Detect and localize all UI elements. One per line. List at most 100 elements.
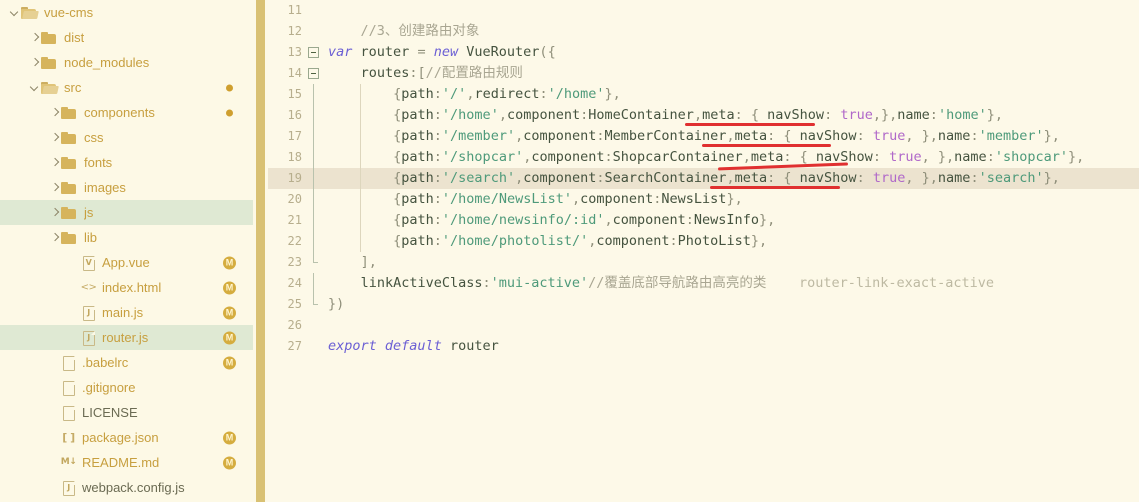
chevron-right-icon[interactable] — [48, 231, 61, 244]
folder-icon — [61, 106, 78, 119]
tree-item-babelrc[interactable]: .babelrc M — [0, 350, 253, 375]
line-number: 18 — [287, 150, 302, 164]
code-fold-guide — [313, 147, 314, 168]
tree-item-app-vue[interactable]: V App.vue M — [0, 250, 253, 275]
code-line[interactable]: 18 {path:'/shopcar',component:ShopcarCon… — [268, 147, 1139, 168]
file-explorer-sidebar[interactable]: vue-cms dist node_modulessrc components css f… — [0, 0, 253, 502]
folder-icon — [61, 181, 78, 194]
line-number: 11 — [287, 3, 302, 17]
tree-item-images[interactable]: images — [0, 175, 253, 200]
code-fold-toggle-icon[interactable] — [308, 68, 319, 79]
code-line[interactable]: 14 routes:[//配置路由规则 — [268, 63, 1139, 84]
tree-item-package-json[interactable]: [ ] package.json M — [0, 425, 253, 450]
json-file-icon: [ ] — [62, 431, 75, 444]
modified-dot-indicator — [226, 109, 233, 116]
tree-item-vue-cms[interactable]: vue-cms — [0, 0, 253, 25]
tree-item-label: css — [84, 130, 104, 145]
tree-item-readme-md[interactable]: M↓ README.md M — [0, 450, 253, 475]
line-number: 20 — [287, 192, 302, 206]
code-line[interactable]: 12 //3、创建路由对象 — [268, 21, 1139, 42]
tree-item-router-js[interactable]: Jrouter.js M — [0, 325, 253, 350]
line-number: 21 — [287, 213, 302, 227]
code-text: //3、创建路由对象 — [360, 23, 480, 39]
chevron-right-icon[interactable] — [28, 56, 41, 69]
code-line[interactable]: 21 {path:'/home/newsinfo/:id',component:… — [268, 210, 1139, 231]
code-text: ], — [360, 254, 377, 270]
line-number: 14 — [287, 66, 302, 80]
tree-item-webpack-config-js[interactable]: Jwebpack.config.js — [0, 475, 253, 500]
code-fold-guide — [313, 189, 314, 210]
plain-file-icon — [61, 380, 76, 396]
tree-item-label: webpack.config.js — [82, 480, 185, 495]
chevron-right-icon[interactable] — [48, 206, 61, 219]
folder-icon — [61, 231, 78, 244]
tree-item-main-js[interactable]: Jmain.js M — [0, 300, 253, 325]
chevron-right-icon[interactable] — [48, 106, 61, 119]
code-line[interactable]: 23 ], — [268, 252, 1139, 273]
tree-item-label: main.js — [102, 305, 144, 320]
code-text: }) — [328, 296, 345, 312]
code-line[interactable]: 20 {path:'/home/NewsList',component:News… — [268, 189, 1139, 210]
code-line[interactable]: 17 {path:'/member',component:MemberConta… — [268, 126, 1139, 147]
code-line[interactable]: 19 {path:'/search',component:SearchConta… — [268, 168, 1139, 189]
tree-item-src[interactable]: src — [0, 75, 253, 100]
code-fold-guide — [313, 273, 314, 294]
chevron-down-icon[interactable] — [8, 6, 21, 19]
js-file-icon: J — [81, 330, 96, 346]
chevron-right-icon[interactable] — [48, 181, 61, 194]
js-file-icon: J — [81, 305, 96, 321]
tree-item-label: dist — [64, 30, 85, 45]
code-line[interactable]: 15 {path:'/',redirect:'/home'}, — [268, 84, 1139, 105]
code-line[interactable]: 26 — [268, 315, 1139, 336]
folder-icon — [61, 206, 78, 219]
code-line[interactable]: 16 {path:'/home',component:HomeContainer… — [268, 105, 1139, 126]
ide-window: vue-cms dist node_modulessrc components css f… — [0, 0, 1139, 502]
tree-item-index-html[interactable]: <> index.html M — [0, 275, 253, 300]
js-file-icon: J — [61, 480, 76, 496]
code-line[interactable]: 11 — [268, 0, 1139, 21]
tree-item-js[interactable]: js — [0, 200, 253, 225]
tree-item-gitignore[interactable]: .gitignore — [0, 375, 253, 400]
code-line[interactable]: 13 var router = new VueRouter({ — [268, 42, 1139, 63]
plain-file-icon — [61, 355, 76, 371]
code-fold-toggle-icon[interactable] — [308, 47, 319, 58]
sidebar-scrollbar[interactable] — [256, 0, 265, 502]
code-line[interactable]: 24 linkActiveClass:'mui-active'//覆盖底部导航路… — [268, 273, 1139, 294]
tree-item-label: .gitignore — [82, 380, 136, 395]
tree-item-node-modules[interactable]: node_modules — [0, 50, 253, 75]
tree-item-css[interactable]: css — [0, 125, 253, 150]
chevron-right-icon[interactable] — [48, 156, 61, 169]
tree-item-label: js — [84, 205, 94, 220]
modified-status-badge: M — [223, 306, 236, 319]
code-line[interactable]: 25}) — [268, 294, 1139, 315]
code-fold-guide — [313, 126, 314, 147]
vue-file-icon: V — [81, 255, 96, 271]
sidebar-splitter[interactable] — [253, 0, 268, 502]
tree-item-label: node_modules — [64, 55, 150, 70]
code-text: export default router — [328, 338, 499, 354]
tree-item-dist[interactable]: dist — [0, 25, 253, 50]
folder-icon — [41, 81, 58, 94]
code-line[interactable]: 22 {path:'/home/photolist/',component:Ph… — [268, 231, 1139, 252]
code-fold-guide — [313, 168, 314, 189]
chevron-down-icon[interactable] — [28, 81, 41, 94]
tree-item-lib[interactable]: lib — [0, 225, 253, 250]
code-text: {path:'/home',component:HomeContainer,me… — [393, 107, 1003, 123]
line-number: 15 — [287, 87, 302, 101]
code-editor-pane[interactable]: 11 12 //3、创建路由对象 13 var router = new VueRou… — [268, 0, 1139, 502]
code-line[interactable]: 27 export default router — [268, 336, 1139, 357]
folder-icon — [21, 6, 38, 19]
tree-item-license[interactable]: LICENSE — [0, 400, 253, 425]
chevron-right-icon[interactable] — [28, 31, 41, 44]
line-number: 27 — [287, 339, 302, 353]
code-text: {path:'/',redirect:'/home'}, — [393, 86, 621, 102]
tree-item-components[interactable]: components — [0, 100, 253, 125]
tree-item-fonts[interactable]: fonts — [0, 150, 253, 175]
tree-item-label: index.html — [102, 280, 162, 295]
chevron-right-icon[interactable] — [48, 131, 61, 144]
